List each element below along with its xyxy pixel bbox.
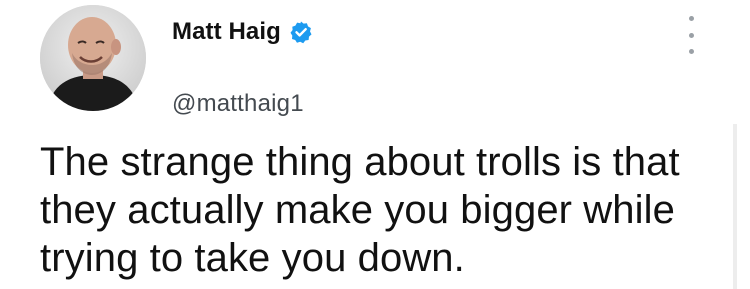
- author-avatar[interactable]: [40, 5, 146, 111]
- verified-badge-icon: [289, 20, 313, 44]
- author-name-row: Matt Haig: [172, 14, 313, 50]
- more-options-icon[interactable]: [682, 16, 700, 54]
- more-dot: [688, 32, 694, 38]
- tweet-card: Matt Haig @matthaig1 The strange thing a…: [0, 0, 750, 289]
- author-display-name[interactable]: Matt Haig: [172, 18, 281, 46]
- more-dot: [688, 49, 694, 54]
- avatar-image: [40, 5, 146, 111]
- tweet-body-text: The strange thing about trolls is that t…: [40, 140, 680, 280]
- card-right-edge: [733, 124, 737, 289]
- author-info: Matt Haig @matthaig1: [172, 14, 313, 118]
- author-handle[interactable]: @matthaig1: [172, 90, 313, 118]
- more-dot: [688, 16, 694, 21]
